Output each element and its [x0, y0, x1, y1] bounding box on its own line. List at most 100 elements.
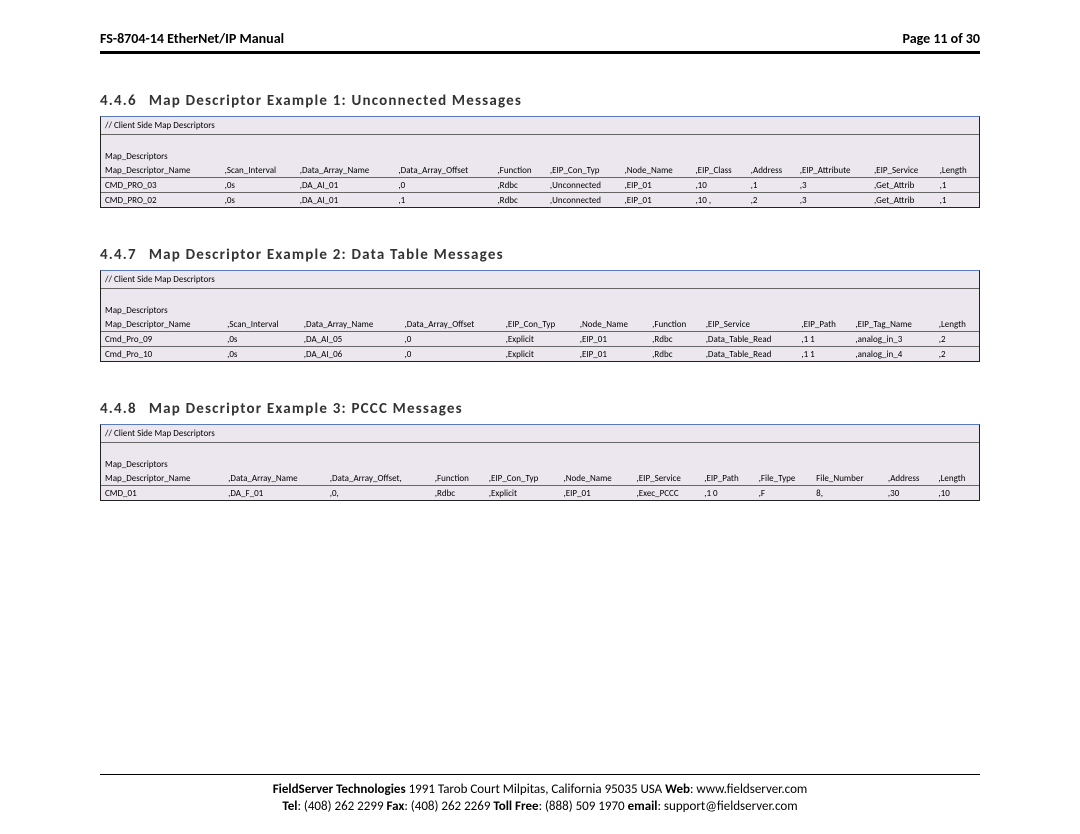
column-header: ,Address	[884, 471, 935, 486]
table-cell: ,Rdbc	[493, 178, 545, 193]
table-cell: ,Unconnected	[546, 178, 621, 193]
table-cell: CMD_PRO_03	[101, 178, 221, 193]
table-cell: ,EIP_01	[621, 178, 692, 193]
column-header: ,Data_Array_Offset	[394, 163, 493, 178]
code-table: // Client Side Map Descriptors Map_Descr…	[100, 424, 980, 501]
column-header: ,Function	[431, 471, 485, 486]
section-number: 4.4.6	[100, 92, 137, 110]
header-left: FS-8704-14 EtherNet/IP Manual	[100, 30, 284, 47]
table-cell: ,Exec_PCCC	[633, 486, 701, 501]
column-header: ,Data_Array_Offset	[401, 317, 502, 332]
column-header: File_Number	[812, 471, 884, 486]
section-number: 4.4.8	[100, 400, 137, 418]
column-header: ,Function	[648, 317, 702, 332]
table-cell: ,analog_in_4	[851, 347, 934, 362]
table-cell: ,Rdbc	[648, 347, 702, 362]
table-cell: ,1	[747, 178, 796, 193]
column-header: Map_Descriptor_Name	[101, 317, 223, 332]
table-cell: CMD_PRO_02	[101, 193, 221, 208]
section-heading: Map Descriptor Example 2: Data Table Mes…	[149, 246, 504, 264]
column-header: ,EIP_Con_Typ	[502, 317, 576, 332]
table-cell: ,Rdbc	[431, 486, 485, 501]
column-header: ,Length	[936, 163, 979, 178]
table-cell: ,0,	[326, 486, 431, 501]
table-cell: ,2	[935, 332, 979, 347]
column-header: ,File_Type	[755, 471, 813, 486]
table-cell: ,Get_Attrib	[870, 178, 936, 193]
column-header: ,Data_Array_Name	[296, 163, 395, 178]
table-cell: Cmd_Pro_09	[101, 332, 223, 347]
table-cell: ,1	[394, 193, 493, 208]
column-header: ,Node_Name	[560, 471, 633, 486]
table-cell: ,DA_AI_05	[300, 332, 401, 347]
table-cell: ,2	[747, 193, 796, 208]
section-title: 4.4.6Map Descriptor Example 1: Unconnect…	[100, 92, 980, 110]
column-header: ,EIP_Path	[700, 471, 754, 486]
table-cell: ,3	[796, 178, 870, 193]
table-group-label: Map_Descriptors	[101, 149, 979, 163]
footer-line-2: Tel: (408) 262 2299 Fax: (408) 262 2269 …	[100, 798, 980, 816]
table-cell: ,3	[796, 193, 870, 208]
section-4-4-6: 4.4.6Map Descriptor Example 1: Unconnect…	[100, 92, 980, 208]
table-cell: 8,	[812, 486, 884, 501]
column-header: ,Data_Array_Name	[224, 471, 326, 486]
table-cell: ,EIP_01	[576, 332, 648, 347]
table-cell: ,2	[935, 347, 979, 362]
table-cell: ,0	[401, 332, 502, 347]
table-group-label: Map_Descriptors	[101, 457, 979, 471]
section-4-4-8: 4.4.8 Map Descriptor Example 3: PCCC Mess…	[100, 400, 980, 501]
table-cell: ,0s	[223, 332, 300, 347]
table-cell: CMD_01	[101, 486, 224, 501]
column-header: ,Data_Array_Offset,	[326, 471, 431, 486]
column-header: ,EIP_Service	[633, 471, 701, 486]
header-right: Page 11 of 30	[903, 30, 980, 47]
table-cell: ,0s	[223, 347, 300, 362]
column-header: ,EIP_Class	[691, 163, 746, 178]
column-header: ,Scan_Interval	[221, 163, 296, 178]
table-cell: ,0	[401, 347, 502, 362]
page-footer: FieldServer Technologies 1991 Tarob Cour…	[100, 774, 980, 816]
column-header: ,EIP_Con_Typ	[546, 163, 621, 178]
table-cell: ,F	[755, 486, 813, 501]
column-header: ,EIP_Con_Typ	[485, 471, 560, 486]
table-cell: ,10	[934, 486, 979, 501]
column-header: ,EIP_Service	[702, 317, 798, 332]
table-cell: ,10	[691, 178, 746, 193]
column-header: Map_Descriptor_Name	[101, 163, 221, 178]
table-cell: ,10 ,	[691, 193, 746, 208]
code-table: // Client Side Map Descriptors Map_Descr…	[100, 270, 980, 362]
table-comment: // Client Side Map Descriptors	[101, 425, 979, 443]
table-cell: ,DA_AI_06	[300, 347, 401, 362]
table-cell: ,EIP_01	[576, 347, 648, 362]
table-cell: ,1 1	[797, 347, 851, 362]
table-cell: ,Rdbc	[493, 193, 545, 208]
column-header: ,Scan_Interval	[223, 317, 300, 332]
table-cell: ,Get_Attrib	[870, 193, 936, 208]
table-cell: ,Unconnected	[546, 193, 621, 208]
table-cell: ,Data_Table_Read	[702, 347, 798, 362]
column-header: ,Function	[493, 163, 545, 178]
table-cell: ,DA_F_01	[224, 486, 326, 501]
table-cell: ,1	[936, 178, 979, 193]
column-header: ,Length	[935, 317, 979, 332]
column-header: ,EIP_Service	[870, 163, 936, 178]
table-cell: ,EIP_01	[621, 193, 692, 208]
table-cell: ,1	[936, 193, 979, 208]
table-comment: // Client Side Map Descriptors	[101, 117, 979, 135]
table-cell: ,Rdbc	[648, 332, 702, 347]
section-heading: Map Descriptor Example 3: PCCC Messages	[149, 400, 463, 418]
table-cell: ,Data_Table_Read	[702, 332, 798, 347]
table-cell: ,DA_AI_01	[296, 178, 395, 193]
table-cell: ,1 0	[700, 486, 754, 501]
table-cell: ,EIP_01	[560, 486, 633, 501]
section-4-4-7: 4.4.7 Map Descriptor Example 2: Data Tabl…	[100, 246, 980, 362]
footer-line-1: FieldServer Technologies 1991 Tarob Cour…	[100, 781, 980, 799]
column-header: ,EIP_Path	[797, 317, 851, 332]
column-header: Map_Descriptor_Name	[101, 471, 224, 486]
section-title: 4.4.8 Map Descriptor Example 3: PCCC Mess…	[100, 400, 980, 418]
table-cell: ,analog_in_3	[851, 332, 934, 347]
table-comment: // Client Side Map Descriptors	[101, 271, 979, 289]
column-header: ,Address	[747, 163, 796, 178]
section-number: 4.4.7	[100, 246, 137, 264]
table-cell: ,Explicit	[502, 332, 576, 347]
